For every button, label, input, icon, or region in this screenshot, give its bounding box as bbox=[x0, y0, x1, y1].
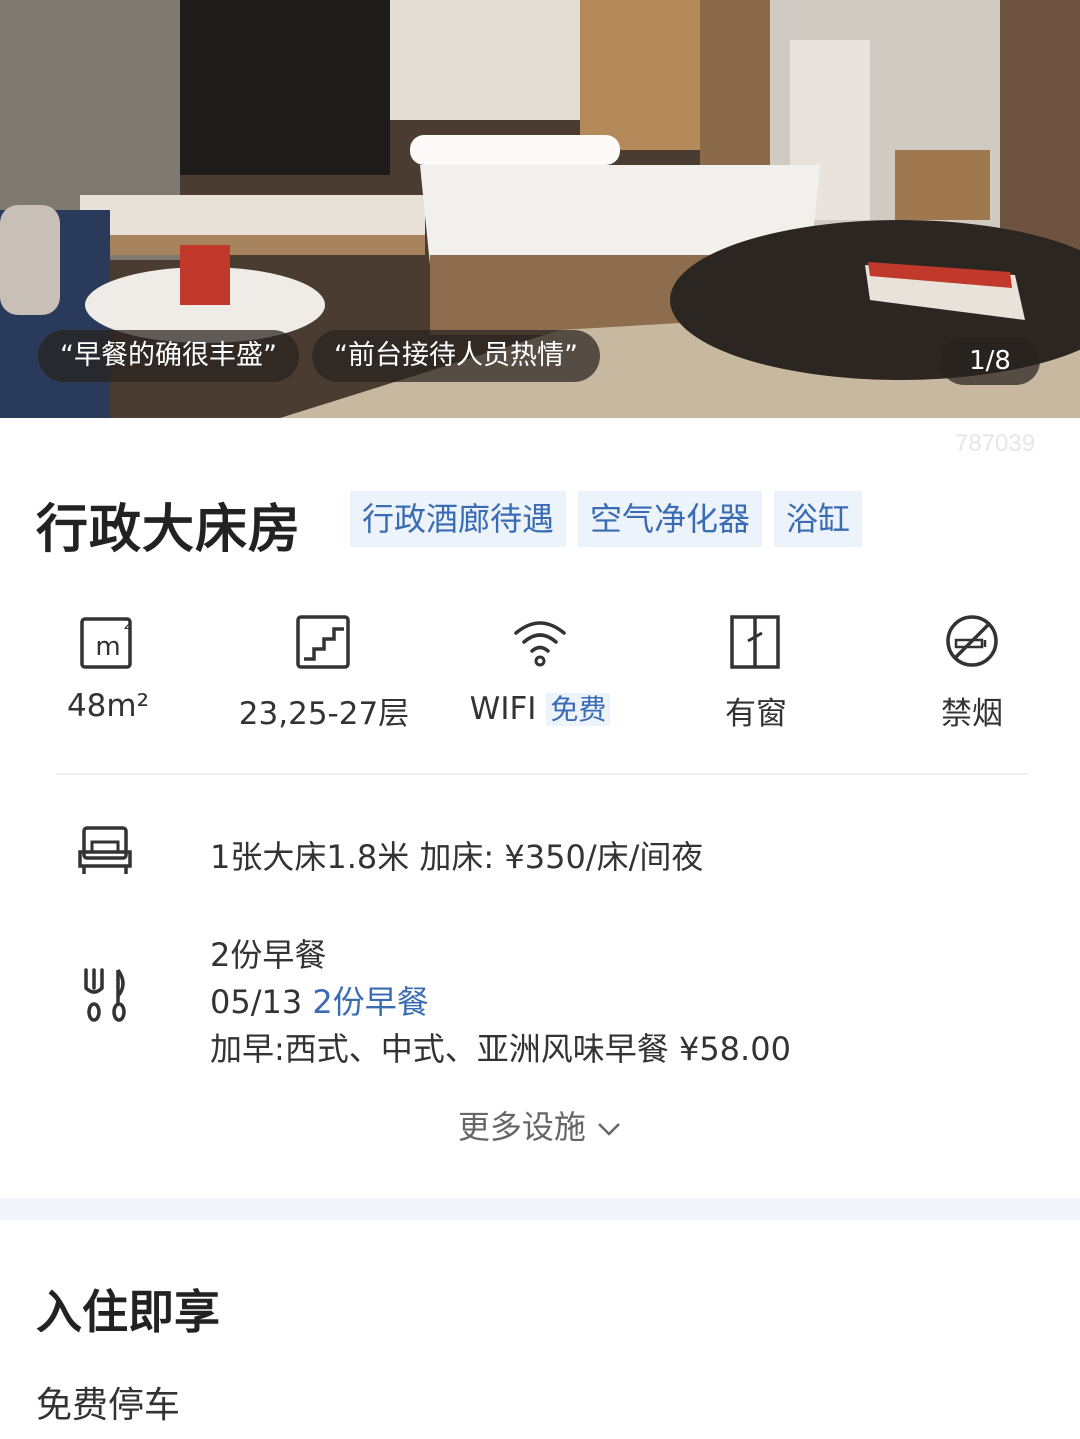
svg-text:m: m bbox=[95, 632, 120, 662]
no-smoking-label: 禁烟 bbox=[941, 696, 1003, 732]
divider bbox=[56, 773, 1028, 775]
more-facilities-label: 更多设施 bbox=[457, 1108, 586, 1146]
wifi-label: WIFI bbox=[469, 691, 537, 727]
facility-window: 有窗 bbox=[648, 610, 864, 733]
facility-area: m 2 48m² bbox=[0, 610, 216, 724]
breakfast-date-line: 05/13 2份早餐 bbox=[210, 977, 429, 1023]
floor-label: 23,25-27层 bbox=[238, 696, 410, 732]
breakfast-date: 05/13 bbox=[210, 983, 303, 1021]
chevron-down-icon bbox=[596, 1108, 622, 1146]
window-label: 有窗 bbox=[725, 696, 787, 732]
breakfast-count: 2份早餐 bbox=[210, 936, 327, 974]
facility-no-smoking: 禁烟 bbox=[864, 610, 1080, 733]
room-tag: 行政酒廊待遇 bbox=[350, 491, 567, 547]
review-highlight-chip[interactable]: “早餐的确很丰盛” bbox=[38, 330, 299, 382]
facility-floor: 23,25-27层 bbox=[216, 610, 432, 733]
window-icon bbox=[648, 610, 864, 672]
room-tag: 空气净化器 bbox=[578, 491, 763, 547]
wifi-icon bbox=[432, 610, 648, 672]
floor-stairs-icon bbox=[216, 610, 432, 672]
watermark: 787039 bbox=[955, 430, 1036, 457]
no-smoking-icon bbox=[864, 610, 1080, 672]
more-facilities-button[interactable]: 更多设施 bbox=[0, 1102, 1080, 1148]
area-icon: m 2 bbox=[0, 610, 216, 672]
section-separator bbox=[0, 1198, 1080, 1220]
section-title: 入住即享 bbox=[36, 1285, 220, 1339]
room-photo-gallery[interactable]: “早餐的确很丰盛” “前台接待人员热情” 1/8 bbox=[0, 0, 1080, 418]
review-highlight-chip[interactable]: “前台接待人员热情” bbox=[312, 330, 600, 382]
breakfast-highlight: 2份早餐 bbox=[312, 983, 429, 1021]
perk-item: 免费停车 bbox=[36, 1385, 181, 1426]
room-tag: 浴缸 bbox=[774, 491, 863, 547]
area-label: 48m² bbox=[66, 688, 150, 724]
extra-breakfast-price: 加早:西式、中式、亚洲风味早餐 ¥58.00 bbox=[210, 1030, 791, 1068]
wifi-free-badge: 免费 bbox=[546, 693, 611, 726]
room-tag-list: 行政酒廊待遇 空气净化器 浴缸 bbox=[350, 491, 863, 547]
photo-counter: 1/8 bbox=[940, 337, 1040, 385]
room-name: 行政大床房 bbox=[36, 500, 302, 560]
bed-icon bbox=[78, 822, 132, 880]
svg-text:2: 2 bbox=[124, 617, 133, 633]
facility-wifi: WIFI 免费 bbox=[432, 610, 648, 728]
utensils-icon bbox=[78, 966, 132, 1028]
bed-info: 1张大床1.8米 加床: ¥350/床/间夜 bbox=[210, 838, 704, 876]
